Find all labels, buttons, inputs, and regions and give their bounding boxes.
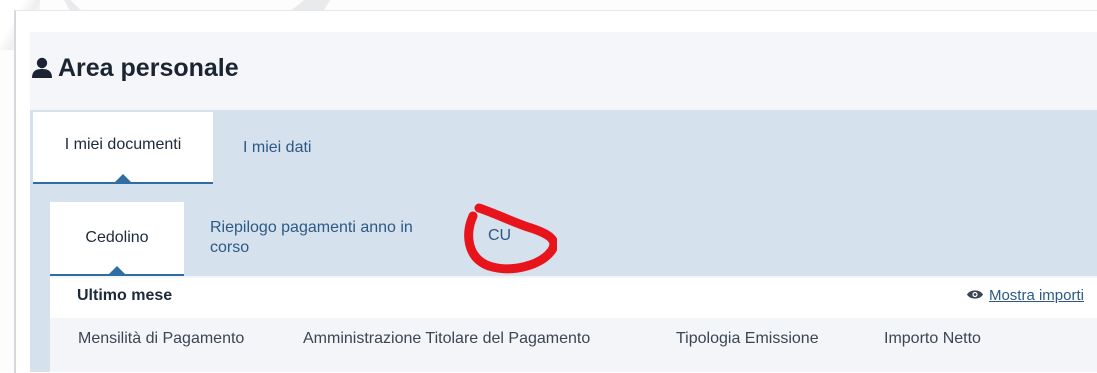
- subtab-label: CU: [488, 227, 512, 244]
- subtab-label: Cedolino: [85, 229, 149, 246]
- subtab-riepilogo-pagamenti[interactable]: Riepilogo pagamenti anno in corso: [200, 218, 435, 258]
- tab-label: I miei documenti: [64, 136, 182, 153]
- show-amounts-label: Mostra importi: [988, 287, 1084, 304]
- page-title-text: Area personale: [58, 53, 239, 82]
- eye-icon: [966, 287, 983, 304]
- subtab-cedolino[interactable]: Cedolino: [50, 202, 184, 276]
- user-icon: [32, 57, 52, 79]
- tab-label: I miei dati: [243, 139, 312, 156]
- show-amounts-link[interactable]: Mostra importi: [966, 287, 1084, 304]
- column-header: Importo Netto: [884, 330, 981, 347]
- tab-i-miei-documenti[interactable]: I miei documenti: [33, 112, 213, 184]
- column-header: Tipologia Emissione: [676, 330, 819, 347]
- subtab-cu[interactable]: CU: [478, 227, 521, 251]
- section-heading: Ultimo mese: [77, 287, 173, 304]
- column-header: Mensilità di Pagamento: [78, 330, 245, 347]
- page-title: Area personale: [32, 48, 239, 88]
- active-tab-caret-icon: [115, 174, 131, 182]
- subtab-label: Riepilogo pagamenti anno in corso: [210, 219, 413, 256]
- section-header-row: [50, 278, 1097, 318]
- tab-i-miei-dati[interactable]: I miei dati: [233, 112, 321, 184]
- column-header: Amministrazione Titolare del Pagamento: [303, 330, 591, 347]
- active-subtab-caret-icon: [109, 266, 125, 274]
